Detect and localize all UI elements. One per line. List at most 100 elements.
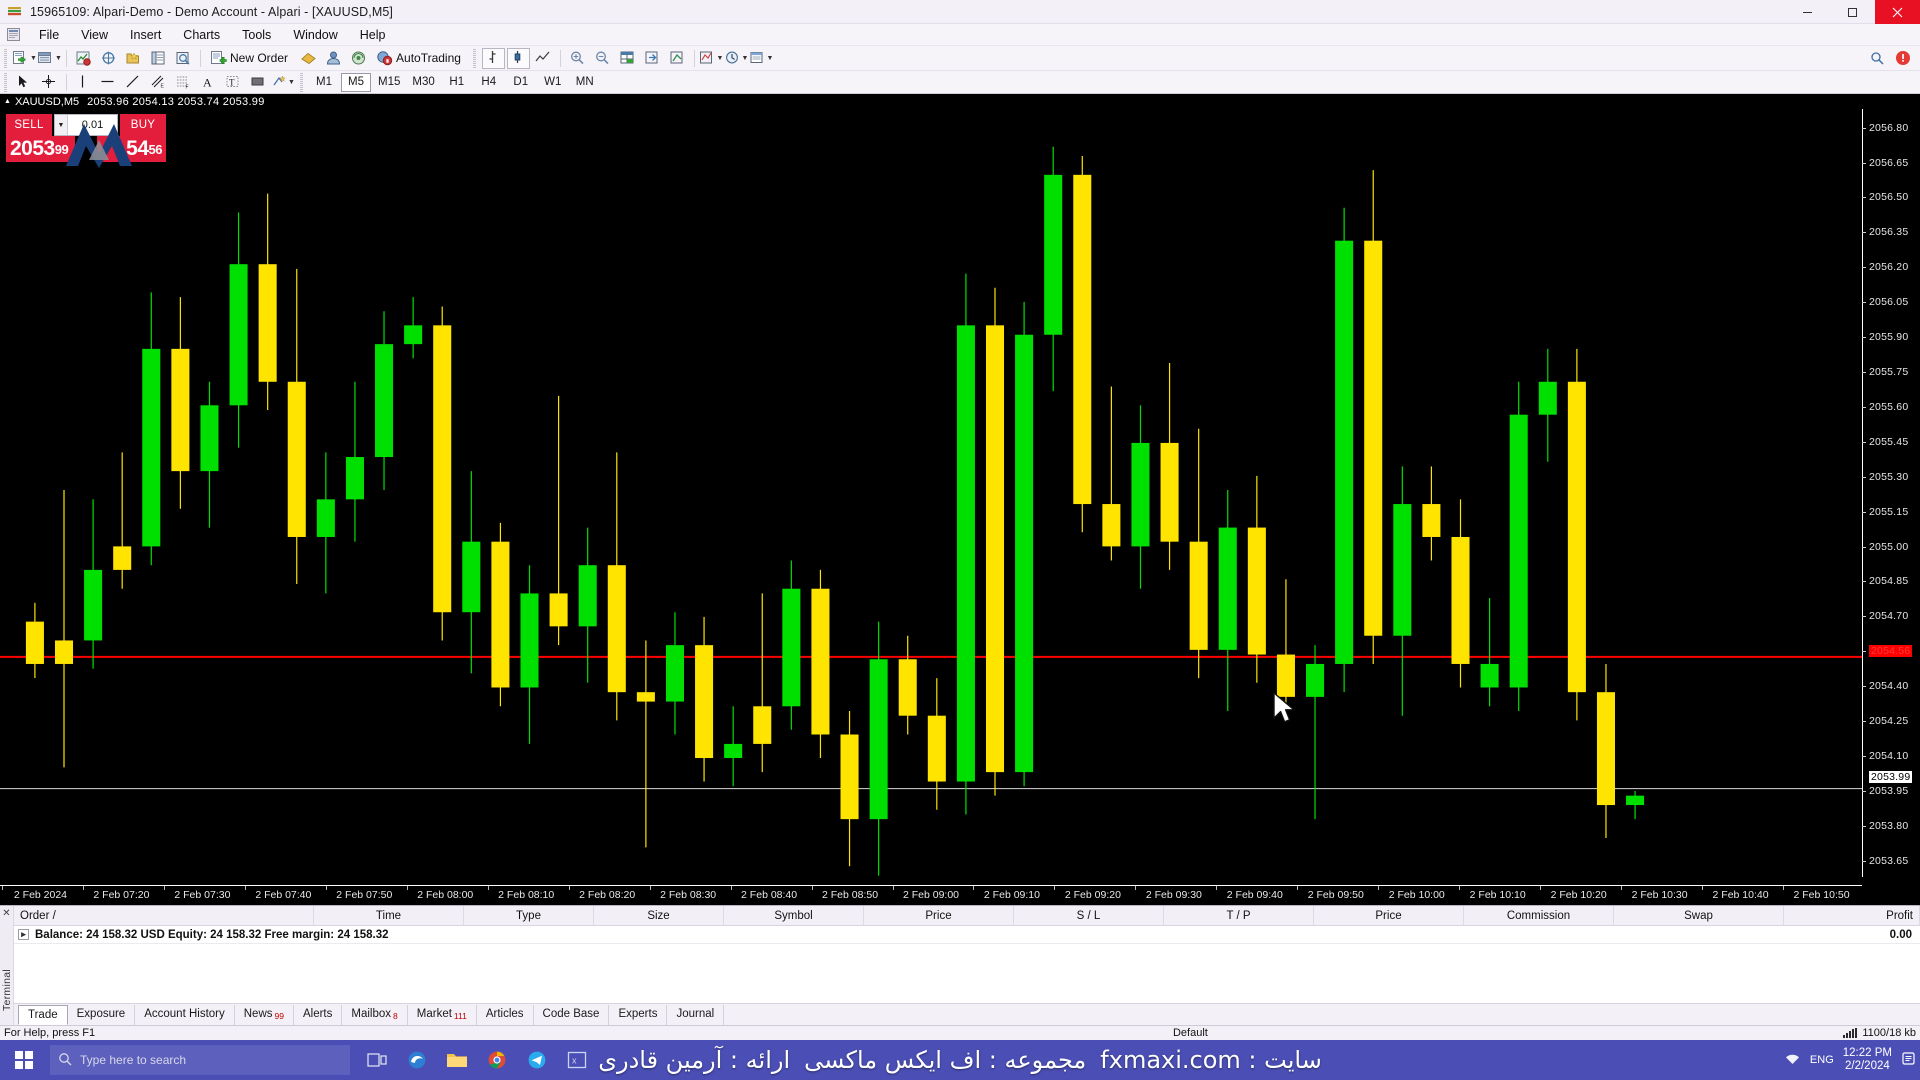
notification-icon[interactable] bbox=[1901, 1051, 1916, 1069]
close-icon[interactable]: ✕ bbox=[2, 909, 10, 919]
terminal-column-swap[interactable]: Swap bbox=[1614, 906, 1784, 926]
profiles-button[interactable]: ▼ bbox=[38, 48, 61, 69]
horizontal-line-tool[interactable] bbox=[97, 72, 120, 93]
menu-help[interactable]: Help bbox=[349, 26, 397, 44]
search-input[interactable]: Type here to search bbox=[50, 1045, 350, 1075]
wifi-icon[interactable] bbox=[1784, 1052, 1801, 1069]
clock[interactable]: 12:22 PM 2/2/2024 bbox=[1843, 1047, 1892, 1073]
toolbar-grip[interactable] bbox=[471, 49, 478, 68]
terminal-column-profit[interactable]: Profit bbox=[1784, 906, 1920, 926]
equidistant-channel-tool[interactable]: E bbox=[147, 72, 170, 93]
timeframe-m15[interactable]: M15 bbox=[373, 73, 405, 92]
new-order-button[interactable]: New Order bbox=[206, 48, 295, 69]
terminal-column-t-p[interactable]: T / P bbox=[1164, 906, 1314, 926]
metaeditor-button[interactable] bbox=[297, 48, 320, 69]
edge-icon[interactable] bbox=[400, 1043, 434, 1077]
toolbar-grip[interactable] bbox=[298, 73, 305, 92]
signals-button[interactable] bbox=[347, 48, 370, 69]
one-click-trading-panel[interactable]: SELL ▼ 0.01 BUY 205399 5456 bbox=[6, 114, 166, 162]
metatrader-taskbar-icon[interactable]: x bbox=[560, 1043, 594, 1077]
templates-button[interactable]: ▼ bbox=[750, 48, 773, 69]
shapes-tool[interactable]: ▼ bbox=[272, 72, 295, 93]
time-scale[interactable]: 2 Feb 20242 Feb 07:202 Feb 07:302 Feb 07… bbox=[0, 885, 1862, 905]
terminal-tab-code-base[interactable]: Code Base bbox=[534, 1005, 610, 1025]
text-tool[interactable]: A bbox=[197, 72, 220, 93]
terminal-column-s-l[interactable]: S / L bbox=[1014, 906, 1164, 926]
market-watch-button[interactable] bbox=[72, 48, 95, 69]
balance-row[interactable]: ▸ Balance: 24 158.32 USD Equity: 24 158.… bbox=[14, 926, 1920, 944]
terminal-rows[interactable]: ▸ Balance: 24 158.32 USD Equity: 24 158.… bbox=[14, 926, 1920, 1003]
buy-button[interactable]: BUY bbox=[120, 114, 166, 136]
menu-file[interactable]: File bbox=[28, 26, 70, 44]
terminal-tab-account-history[interactable]: Account History bbox=[135, 1005, 235, 1025]
status-connection[interactable]: 1100/18 kb bbox=[1843, 1027, 1916, 1039]
terminal-column-price[interactable]: Price bbox=[864, 906, 1014, 926]
terminal-column-headers[interactable]: Order /TimeTypeSizeSymbolPriceS / LT / P… bbox=[14, 906, 1920, 926]
expert-advisors-button[interactable] bbox=[322, 48, 345, 69]
toolbar-grip[interactable] bbox=[2, 49, 9, 68]
terminal-tab-exposure[interactable]: Exposure bbox=[68, 1005, 136, 1025]
toolbar-grip[interactable] bbox=[2, 73, 9, 92]
language-indicator[interactable]: ENG bbox=[1810, 1054, 1834, 1066]
terminal-column-price[interactable]: Price bbox=[1314, 906, 1464, 926]
terminal-tab-experts[interactable]: Experts bbox=[609, 1005, 667, 1025]
strategy-tester-button[interactable] bbox=[172, 48, 195, 69]
timeframe-w1[interactable]: W1 bbox=[538, 73, 568, 92]
collapse-triangle-icon[interactable]: ▲ bbox=[4, 98, 11, 105]
terminal-tab-market[interactable]: Market111 bbox=[408, 1005, 477, 1025]
terminal-column-order[interactable]: Order / bbox=[14, 906, 314, 926]
timeframe-h1[interactable]: H1 bbox=[442, 73, 472, 92]
timeframe-m30[interactable]: M30 bbox=[407, 73, 439, 92]
vertical-line-tool[interactable] bbox=[72, 72, 95, 93]
rectangle-tool[interactable] bbox=[247, 72, 270, 93]
taskview-icon[interactable] bbox=[360, 1043, 394, 1077]
expander-icon[interactable]: ▸ bbox=[18, 929, 29, 940]
terminal-column-size[interactable]: Size bbox=[594, 906, 724, 926]
timeframe-m5[interactable]: M5 bbox=[341, 73, 371, 92]
terminal-column-commission[interactable]: Commission bbox=[1464, 906, 1614, 926]
indicators-button[interactable]: ▼ bbox=[700, 48, 723, 69]
menu-charts[interactable]: Charts bbox=[172, 26, 231, 44]
label-tool[interactable]: T bbox=[222, 72, 245, 93]
price-scale[interactable]: 2056.802056.652056.502056.352056.202056.… bbox=[1862, 109, 1920, 877]
windows-start-icon[interactable] bbox=[0, 1040, 48, 1080]
trendline-tool[interactable] bbox=[122, 72, 145, 93]
line-chart-button[interactable] bbox=[532, 48, 555, 69]
terminal-tab-news[interactable]: News99 bbox=[235, 1005, 294, 1025]
fibonacci-tool[interactable]: F bbox=[172, 72, 195, 93]
zoom-in-button[interactable] bbox=[566, 48, 589, 69]
timeframe-d1[interactable]: D1 bbox=[506, 73, 536, 92]
bar-chart-button[interactable] bbox=[482, 48, 505, 69]
zoom-out-button[interactable] bbox=[591, 48, 614, 69]
terminal-tab-articles[interactable]: Articles bbox=[477, 1005, 534, 1025]
terminal-tab-journal[interactable]: Journal bbox=[667, 1005, 724, 1025]
menu-insert[interactable]: Insert bbox=[119, 26, 172, 44]
cursor-tool[interactable] bbox=[13, 72, 36, 93]
terminal-tab-alerts[interactable]: Alerts bbox=[294, 1005, 342, 1025]
terminal-tab-mailbox[interactable]: Mailbox8 bbox=[342, 1005, 407, 1025]
autotrading-button[interactable]: AutoTrading bbox=[372, 48, 468, 69]
timeframe-m1[interactable]: M1 bbox=[309, 73, 339, 92]
close-button[interactable] bbox=[1875, 0, 1920, 24]
timeframe-mn[interactable]: MN bbox=[570, 73, 600, 92]
telegram-icon[interactable] bbox=[520, 1043, 554, 1077]
candlestick-chart-button[interactable] bbox=[507, 48, 530, 69]
explorer-icon[interactable] bbox=[440, 1043, 474, 1077]
minimize-button[interactable] bbox=[1785, 0, 1830, 24]
menu-window[interactable]: Window bbox=[282, 26, 348, 44]
terminal-tab-trade[interactable]: Trade bbox=[18, 1005, 68, 1025]
volume-input[interactable]: ▼ 0.01 bbox=[54, 114, 118, 136]
menu-tools[interactable]: Tools bbox=[231, 26, 282, 44]
search-toolbar-icon[interactable] bbox=[1866, 48, 1889, 69]
terminal-tabs[interactable]: TradeExposureAccount HistoryNews99Alerts… bbox=[14, 1003, 1920, 1025]
chevron-down-icon[interactable]: ▼ bbox=[55, 115, 68, 135]
periodicity-button[interactable]: ▼ bbox=[725, 48, 748, 69]
terminal-column-time[interactable]: Time bbox=[314, 906, 464, 926]
grid-button[interactable] bbox=[616, 48, 639, 69]
alert-badge-icon[interactable] bbox=[1891, 48, 1914, 69]
crosshair-tool[interactable] bbox=[38, 72, 61, 93]
menu-view[interactable]: View bbox=[70, 26, 119, 44]
terminal-button[interactable] bbox=[147, 48, 170, 69]
data-window-button[interactable] bbox=[97, 48, 120, 69]
terminal-column-type[interactable]: Type bbox=[464, 906, 594, 926]
